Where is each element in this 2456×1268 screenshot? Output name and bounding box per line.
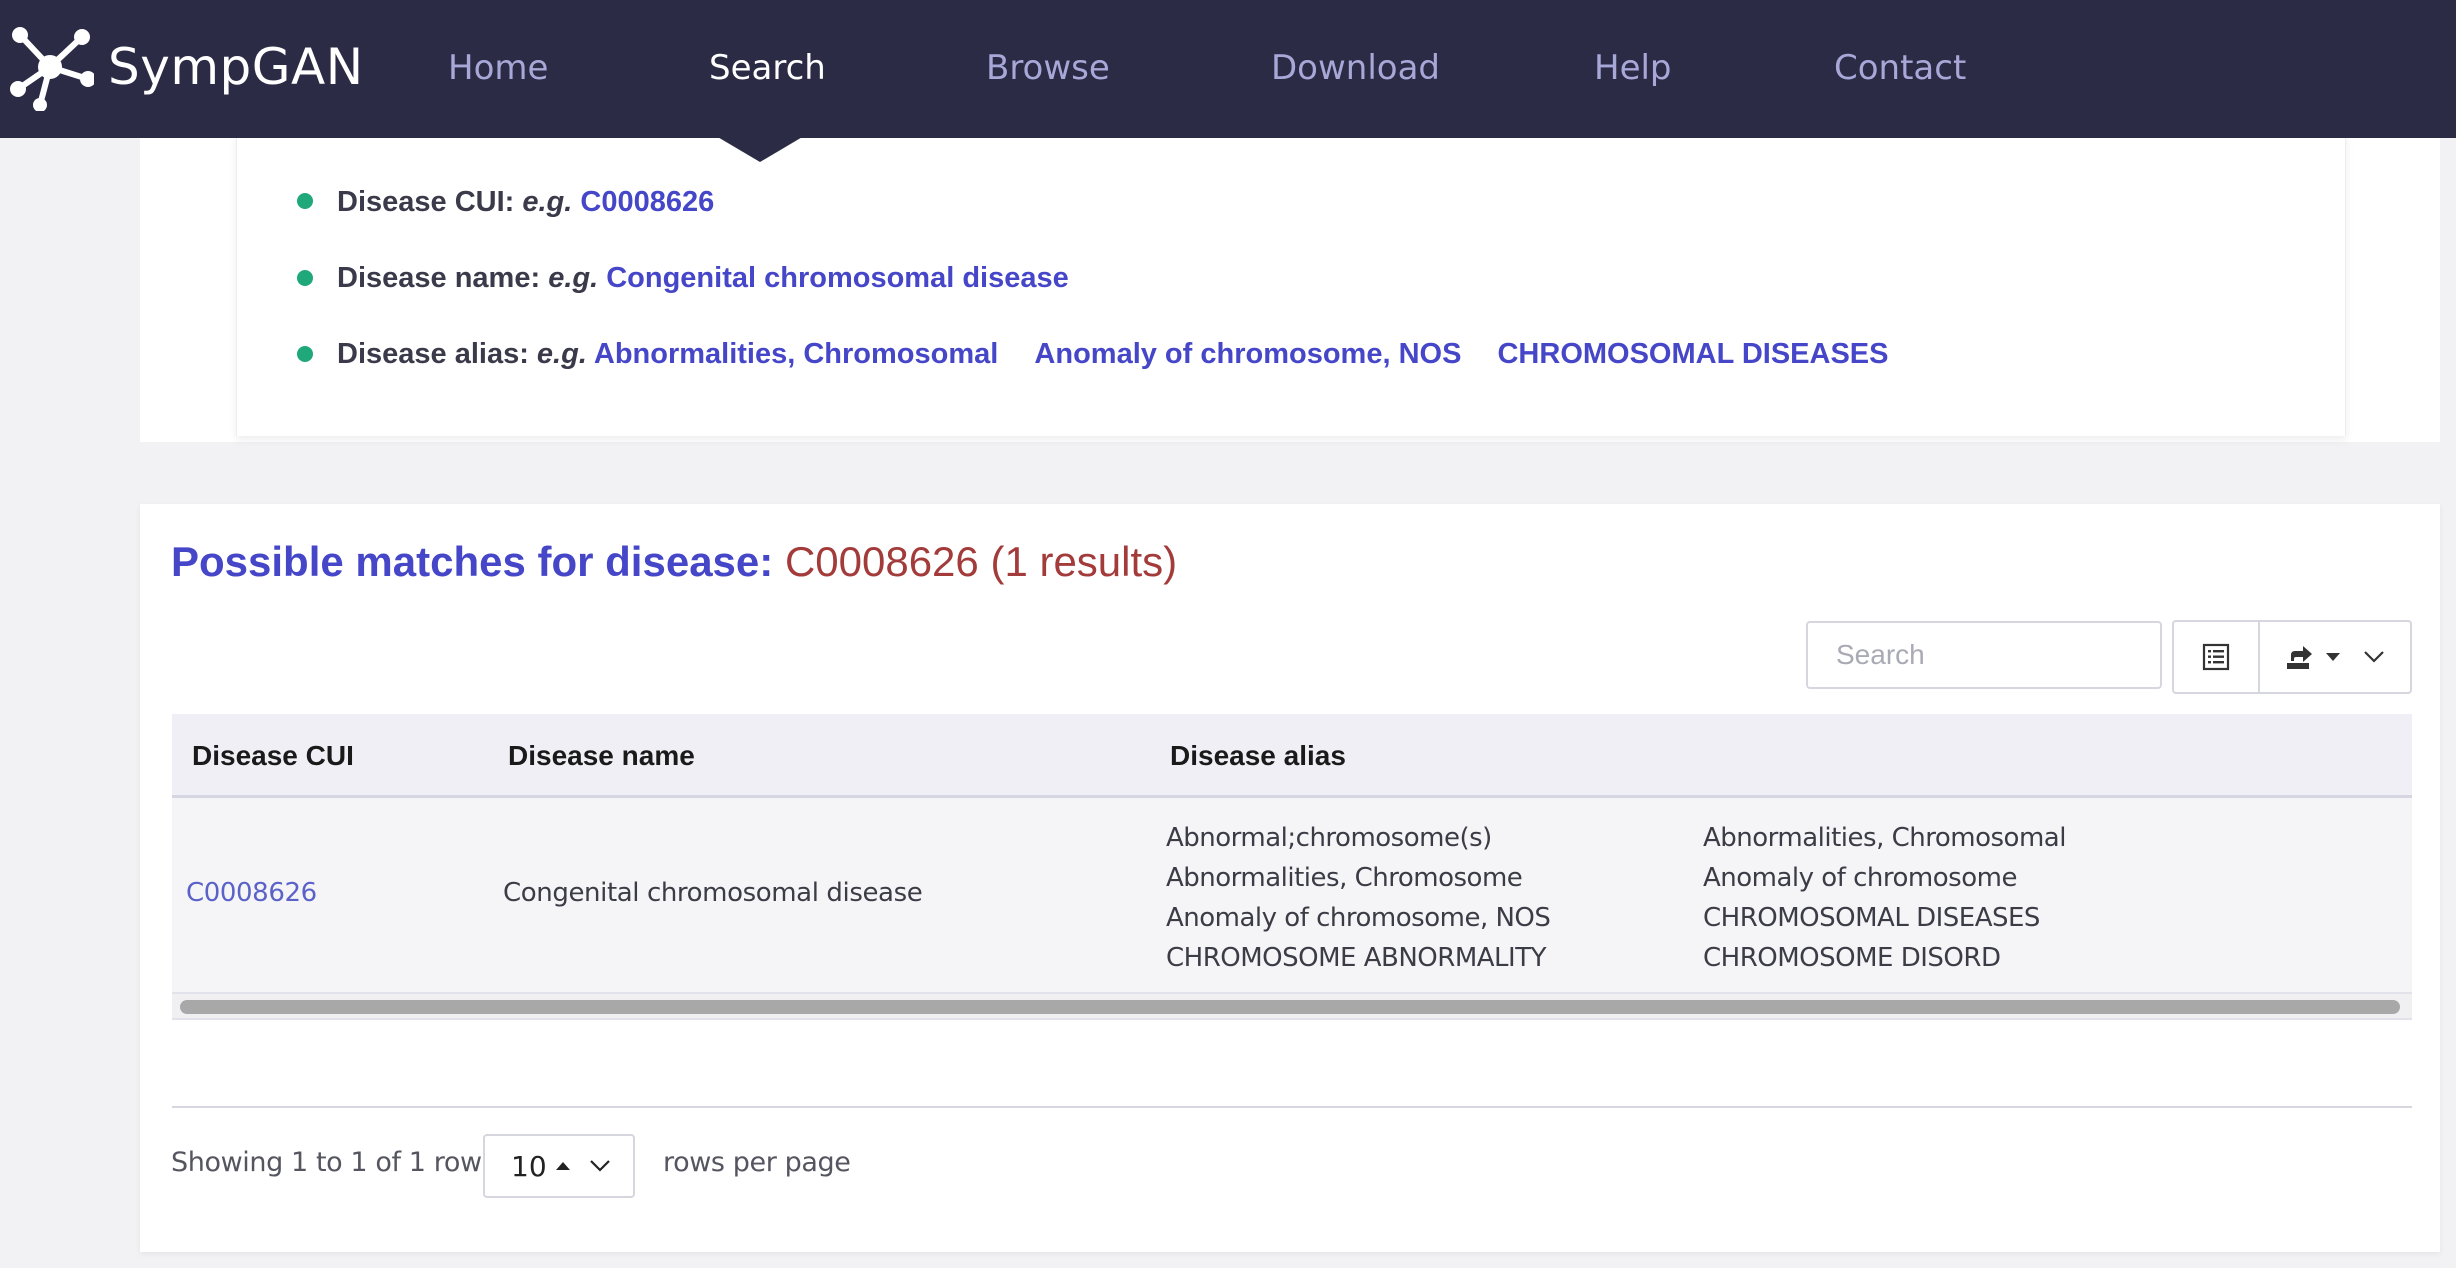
nav-help[interactable]: Help (1594, 44, 1672, 92)
results-query: C0008626 (784, 538, 979, 585)
column-header-cui[interactable]: Disease CUI (192, 714, 354, 798)
chevron-down-icon (2364, 651, 2384, 663)
example-alias-link[interactable]: Abnormalities, Chromosomal (594, 338, 998, 370)
example-eg: e.g. (536, 338, 587, 370)
example-label: Disease CUI: (337, 186, 515, 218)
columns-toggle-button[interactable] (2174, 622, 2260, 692)
example-alias: Disease alias: e.g. Abnormalities, Chrom… (337, 336, 1889, 372)
alias-item: Anomaly of chromosome (1703, 863, 2017, 893)
example-cui-link[interactable]: C0008626 (580, 186, 714, 218)
pagination-info: Showing 1 to 1 of 1 rows (171, 1147, 496, 1178)
timeline-dot (297, 346, 313, 362)
footer-divider (172, 1106, 2412, 1108)
example-label: Disease alias: (337, 338, 529, 370)
results-title-label: Possible matches for disease: (171, 538, 774, 585)
timeline-dot (297, 270, 313, 286)
cell-alias-list: Abnormal;chromosome(s) Abnormalities, Ch… (1166, 818, 1551, 978)
caret-down-icon (2326, 653, 2340, 661)
alias-item: CHROMOSOME ABNORMALITY (1166, 943, 1546, 973)
example-eg: e.g. (548, 262, 599, 294)
alias-item: Abnormalities, Chromosomal (1703, 823, 2066, 853)
scrollbar-thumb[interactable] (180, 1000, 2400, 1014)
example-eg: e.g. (522, 186, 573, 218)
alias-item: CHROMOSOMAL DISEASES (1703, 903, 2040, 933)
cell-cui-link[interactable]: C0008626 (186, 878, 317, 908)
cell-alias-list: Abnormalities, Chromosomal Anomaly of ch… (1703, 818, 2066, 978)
timeline-dot (297, 193, 313, 209)
column-header-alias[interactable]: Disease alias (1170, 714, 1346, 798)
caret-up-icon (555, 1162, 570, 1170)
alias-item: Abnormal;chromosome(s) (1166, 823, 1492, 853)
nav-download[interactable]: Download (1271, 44, 1440, 92)
brand-name: SympGAN (108, 38, 364, 96)
column-header-name[interactable]: Disease name (508, 714, 695, 798)
cell-disease-name: Congenital chromosomal disease (503, 878, 923, 908)
table-row: C0008626 Congenital chromosomal disease … (172, 798, 2412, 994)
results-count: (1 results) (990, 538, 1178, 585)
example-cui: Disease CUI: e.g. C0008626 (337, 184, 714, 220)
network-logo-icon (10, 27, 94, 111)
horizontal-scrollbar[interactable] (172, 994, 2412, 1020)
nav-contact[interactable]: Contact (1834, 44, 1966, 92)
rows-per-page-label: rows per page (663, 1147, 851, 1178)
brand[interactable]: SympGAN (6, 22, 364, 112)
alias-item: CHROMOSOME DISORD (1703, 943, 2001, 973)
alias-item: Anomaly of chromosome, NOS (1166, 903, 1551, 933)
top-navbar: SympGAN Home Search Browse Download Help… (0, 0, 2456, 138)
table-toolbar (2172, 620, 2412, 694)
alias-item: Abnormalities, Chromosome (1166, 863, 1523, 893)
chevron-down-icon (589, 1160, 610, 1172)
export-icon (2287, 646, 2312, 669)
columns-list-icon (2202, 643, 2230, 671)
page-size-value: 10 (511, 1149, 547, 1183)
example-alias-link[interactable]: CHROMOSOMAL DISEASES (1497, 338, 1888, 370)
table-search-input[interactable] (1806, 621, 2162, 689)
example-name: Disease name: e.g. Congenital chromosoma… (337, 260, 1069, 296)
table-header: Disease CUI Disease name Disease alias (172, 714, 2412, 798)
export-button[interactable] (2260, 622, 2410, 692)
results-title: Possible matches for disease: C0008626 (… (171, 534, 1177, 590)
example-alias-link[interactable]: Anomaly of chromosome, NOS (1034, 338, 1461, 370)
active-nav-indicator (716, 136, 804, 162)
example-label: Disease name: (337, 262, 541, 294)
example-name-link[interactable]: Congenital chromosomal disease (606, 262, 1069, 294)
nav-search[interactable]: Search (709, 44, 826, 92)
page-size-select[interactable]: 10 (483, 1134, 635, 1198)
nav-home[interactable]: Home (448, 44, 548, 92)
nav-browse[interactable]: Browse (986, 44, 1110, 92)
